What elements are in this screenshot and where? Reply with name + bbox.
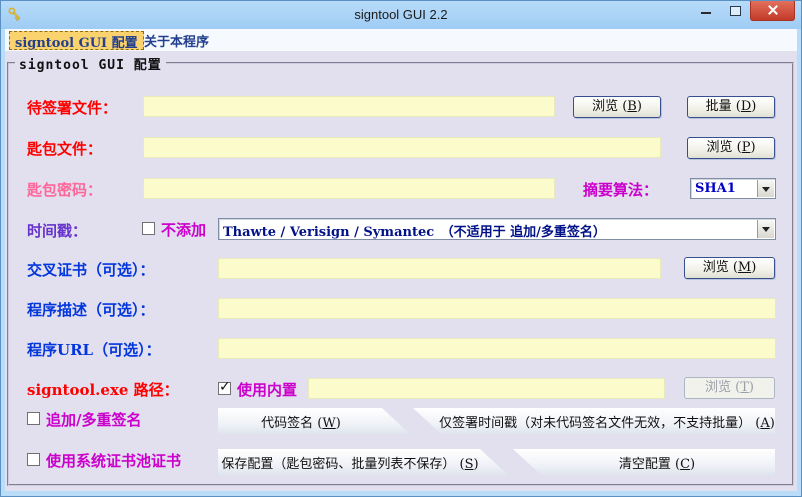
timestamp-combo-drop-button — [757, 220, 774, 238]
target-file-input[interactable] — [143, 96, 555, 117]
no-timestamp-checkbox-label[interactable]: 不添加 — [161, 219, 206, 240]
keybag-file-label: 匙包文件： — [27, 140, 103, 158]
app-window: signtool GUI 2.2 signtool GUI 配置 关于本程序 s… — [0, 0, 802, 497]
digest-combobox[interactable]: SHA1 — [690, 178, 776, 199]
program-url-input[interactable] — [218, 338, 776, 359]
browse-cross-cert-button[interactable]: 浏览 (M) — [684, 257, 775, 279]
menu-item-about[interactable]: 关于本程序 — [139, 31, 214, 50]
maximize-button[interactable] — [720, 1, 750, 21]
check-icon: ✓ — [219, 379, 231, 395]
save-config-button[interactable]: 保存配置（匙包密码、批量列表不保存） (S) — [218, 449, 508, 475]
keybag-password-label: 匙包密码： — [27, 181, 103, 199]
maximize-icon — [730, 6, 741, 16]
signtool-path-input[interactable] — [308, 378, 665, 399]
cross-cert-input[interactable] — [218, 258, 661, 279]
append-sign-checkbox-label[interactable]: 追加/多重签名 — [46, 409, 141, 430]
digest-selected-value: SHA1 — [695, 181, 736, 196]
code-sign-button[interactable]: 代码签名 (W) — [218, 408, 410, 434]
batch-button[interactable]: 批量 (D) — [687, 96, 775, 118]
no-timestamp-checkbox[interactable] — [142, 222, 155, 235]
menu-item-config[interactable]: signtool GUI 配置 — [9, 31, 144, 51]
target-file-label: 待签署文件： — [27, 99, 118, 117]
titlebar[interactable]: signtool GUI 2.2 — [1, 1, 801, 29]
system-store-checkbox-label[interactable]: 使用系统证书池证书 — [46, 450, 181, 471]
timestamp-only-button[interactable]: 仅签署时间戳（对未代码签名文件无效，不支持批量） (A) — [413, 408, 775, 434]
use-builtin-checkbox[interactable]: ✓ — [218, 379, 231, 395]
clear-config-button[interactable]: 清空配置 (C) — [513, 449, 775, 475]
program-description-label: 程序描述（可选）： — [27, 301, 155, 319]
browse-keybag-button[interactable]: 浏览 (P) — [687, 137, 775, 159]
minimize-button[interactable] — [692, 1, 720, 21]
signtool-path-label: signtool.exe 路径： — [27, 381, 179, 399]
groupbox-title: signtool GUI 配置 — [15, 54, 166, 73]
timestamp-selected-value: Thawte / Verisign / Symantec （不适用于 追加/多重… — [223, 225, 606, 240]
browse-target-button[interactable]: 浏览 (B) — [573, 96, 661, 118]
client-area: signtool GUI 配置 待签署文件： 浏览 (B) 批量 (D) 匙包文… — [5, 51, 797, 491]
close-button[interactable] — [750, 1, 795, 21]
chevron-down-icon — [762, 187, 770, 196]
cross-cert-label: 交叉证书（可选）： — [27, 261, 155, 279]
digest-combo-drop-button — [757, 180, 774, 197]
timestamp-server-combobox[interactable]: Thawte / Verisign / Symantec （不适用于 追加/多重… — [218, 218, 776, 240]
window-title: signtool GUI 2.2 — [354, 7, 448, 22]
timestamp-label: 时间戳： — [27, 222, 88, 240]
append-sign-checkbox[interactable] — [27, 412, 40, 425]
keybag-password-input[interactable] — [143, 178, 555, 199]
window-controls — [692, 1, 795, 21]
program-description-input[interactable] — [218, 298, 776, 319]
menubar: signtool GUI 配置 关于本程序 — [5, 29, 797, 52]
use-builtin-checkbox-label[interactable]: 使用内置 — [237, 379, 297, 400]
minimize-icon — [701, 12, 711, 14]
browse-signtool-button: 浏览 (T) — [684, 377, 775, 399]
chevron-down-icon — [762, 227, 770, 236]
system-store-checkbox[interactable] — [27, 453, 40, 466]
keybag-file-input[interactable] — [143, 137, 661, 158]
digest-algorithm-label: 摘要算法： — [583, 181, 659, 199]
program-url-label: 程序URL（可选）： — [27, 341, 161, 359]
